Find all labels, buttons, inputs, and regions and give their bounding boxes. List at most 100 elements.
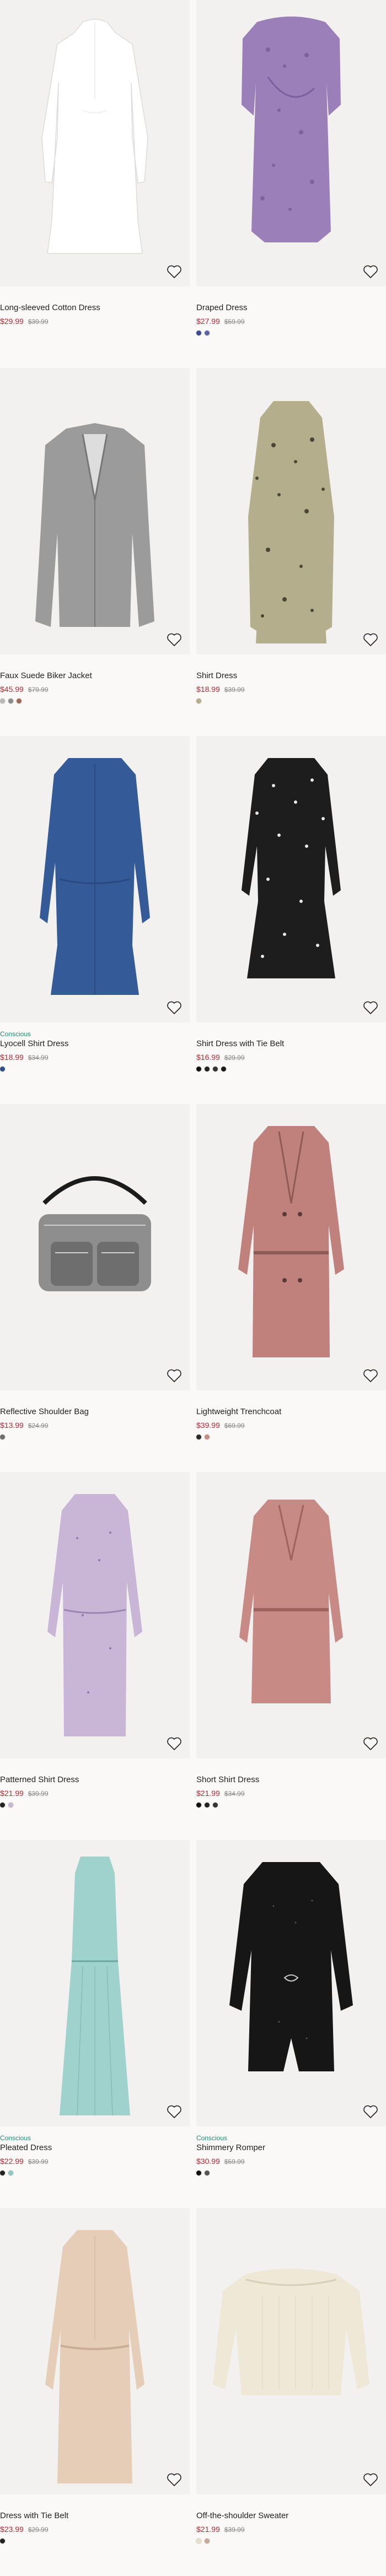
favorite-heart-icon[interactable] xyxy=(363,1736,378,1751)
favorite-heart-icon[interactable] xyxy=(167,1736,182,1751)
product-card[interactable]: Shirt Dress $18.99 $39.99 xyxy=(196,368,386,736)
original-price: $29.99 xyxy=(224,1054,245,1062)
product-name-link[interactable]: Lyocell Shirt Dress xyxy=(0,1038,190,1049)
color-swatch[interactable] xyxy=(196,331,201,335)
product-image[interactable] xyxy=(196,1472,386,1758)
product-name-link[interactable]: Faux Suede Biker Jacket xyxy=(0,670,190,681)
product-name-link[interactable]: Shimmery Romper xyxy=(196,2142,386,2153)
product-image[interactable] xyxy=(0,2208,190,2494)
color-swatch[interactable] xyxy=(196,1435,201,1439)
sale-price: $21.99 xyxy=(0,1789,24,1798)
favorite-heart-icon[interactable] xyxy=(167,632,182,647)
favorite-heart-icon[interactable] xyxy=(363,1000,378,1015)
color-swatches xyxy=(196,699,386,703)
product-image[interactable] xyxy=(196,736,386,1022)
product-card[interactable]: Conscious Pleated Dress $22.99 $39.99 xyxy=(0,1840,190,2208)
product-image[interactable] xyxy=(0,1840,190,2126)
favorite-heart-icon[interactable] xyxy=(167,2472,182,2487)
product-card[interactable]: Patterned Shirt Dress $21.99 $39.99 xyxy=(0,1472,190,1840)
product-image[interactable] xyxy=(196,368,386,654)
favorite-heart-icon[interactable] xyxy=(167,1000,182,1015)
color-swatch[interactable] xyxy=(0,2171,5,2175)
product-card[interactable]: Off-the-shoulder Sweater $21.99 $39.99 xyxy=(196,2208,386,2576)
color-swatch[interactable] xyxy=(8,2171,13,2175)
product-image[interactable] xyxy=(196,1104,386,1390)
product-name-link[interactable]: Shirt Dress with Tie Belt xyxy=(196,1038,386,1049)
color-swatch[interactable] xyxy=(196,699,201,703)
price-row: $30.99 $59.99 xyxy=(196,2156,386,2167)
product-card[interactable]: Dress with Tie Belt $23.99 $29.99 xyxy=(0,2208,190,2576)
color-swatch[interactable] xyxy=(205,1435,210,1439)
product-image[interactable] xyxy=(196,0,386,286)
product-image[interactable] xyxy=(0,1472,190,1758)
product-name-link[interactable]: Patterned Shirt Dress xyxy=(0,1774,190,1785)
color-swatch[interactable] xyxy=(0,1803,5,1807)
color-swatch[interactable] xyxy=(196,2171,201,2175)
color-swatches xyxy=(0,1435,190,1439)
product-image[interactable] xyxy=(0,1104,190,1390)
color-swatch[interactable] xyxy=(221,1067,226,1071)
product-name-link[interactable]: Short Shirt Dress xyxy=(196,1774,386,1785)
favorite-heart-icon[interactable] xyxy=(363,264,378,279)
color-swatch[interactable] xyxy=(205,331,210,335)
color-swatch[interactable] xyxy=(8,1803,13,1807)
color-swatch[interactable] xyxy=(213,1067,218,1071)
color-swatch[interactable] xyxy=(0,699,5,703)
color-swatch[interactable] xyxy=(8,699,13,703)
color-swatch[interactable] xyxy=(205,2539,210,2543)
conscious-label xyxy=(196,1766,386,1774)
original-price: $34.99 xyxy=(224,1790,245,1798)
product-card[interactable]: Draped Dress $27.99 $59.99 xyxy=(196,0,386,368)
favorite-heart-icon[interactable] xyxy=(363,2472,378,2487)
product-name-link[interactable]: Off-the-shoulder Sweater xyxy=(196,2510,386,2521)
color-swatch[interactable] xyxy=(205,2171,210,2175)
color-swatch[interactable] xyxy=(17,699,22,703)
color-swatch[interactable] xyxy=(205,1803,210,1807)
product-card[interactable]: Conscious Lyocell Shirt Dress $18.99 $34.99 xyxy=(0,736,190,1104)
color-swatch[interactable] xyxy=(0,1067,5,1071)
product-name-link[interactable]: Shirt Dress xyxy=(196,670,386,681)
favorite-heart-icon[interactable] xyxy=(363,1368,378,1383)
product-card[interactable]: Conscious Shimmery Romper $30.99 $59.99 xyxy=(196,1840,386,2208)
product-image[interactable] xyxy=(196,2208,386,2494)
product-name-link[interactable]: Pleated Dress xyxy=(0,2142,190,2153)
product-card[interactable]: Shirt Dress with Tie Belt $16.99 $29.99 xyxy=(196,736,386,1104)
color-swatch[interactable] xyxy=(196,1067,201,1071)
product-name-link[interactable]: Reflective Shoulder Bag xyxy=(0,1406,190,1417)
product-name-link[interactable]: Long-sleeved Cotton Dress xyxy=(0,302,190,313)
color-swatch[interactable] xyxy=(0,2539,5,2543)
favorite-heart-icon[interactable] xyxy=(363,2104,378,2119)
favorite-heart-icon[interactable] xyxy=(167,1368,182,1383)
product-image[interactable] xyxy=(0,368,190,654)
product-name-link[interactable]: Lightweight Trenchcoat xyxy=(196,1406,386,1417)
conscious-label xyxy=(0,1766,190,1774)
product-card[interactable]: Lightweight Trenchcoat $39.99 $69.99 xyxy=(196,1104,386,1472)
color-swatch[interactable] xyxy=(0,1435,5,1439)
color-swatch[interactable] xyxy=(196,2539,201,2543)
original-price: $34.99 xyxy=(28,1054,49,1062)
product-image[interactable] xyxy=(196,1840,386,2126)
color-swatches xyxy=(196,1435,386,1439)
product-card[interactable]: Faux Suede Biker Jacket $45.99 $79.99 xyxy=(0,368,190,736)
color-swatch[interactable] xyxy=(205,1067,210,1071)
favorite-heart-icon[interactable] xyxy=(167,264,182,279)
product-card[interactable]: Reflective Shoulder Bag $13.99 $24.99 xyxy=(0,1104,190,1472)
product-card[interactable]: Short Shirt Dress $21.99 $34.99 xyxy=(196,1472,386,1840)
original-price: $39.99 xyxy=(28,318,49,326)
product-info: Long-sleeved Cotton Dress $29.99 $39.99 xyxy=(0,286,190,368)
favorite-heart-icon[interactable] xyxy=(167,2104,182,2119)
color-swatch[interactable] xyxy=(196,1803,201,1807)
conscious-label: Conscious xyxy=(0,2134,31,2142)
product-image[interactable] xyxy=(0,0,190,286)
price-row: $22.99 $39.99 xyxy=(0,2156,190,2167)
price-row: $27.99 $59.99 xyxy=(196,316,386,327)
product-image[interactable] xyxy=(0,736,190,1022)
original-price: $59.99 xyxy=(224,2158,245,2166)
product-name-link[interactable]: Draped Dress xyxy=(196,302,386,313)
product-card[interactable]: Long-sleeved Cotton Dress $29.99 $39.99 xyxy=(0,0,190,368)
conscious-label xyxy=(196,662,386,670)
color-swatch[interactable] xyxy=(213,1803,218,1807)
favorite-heart-icon[interactable] xyxy=(363,632,378,647)
product-name-link[interactable]: Dress with Tie Belt xyxy=(0,2510,190,2521)
sale-price: $18.99 xyxy=(0,1053,24,1062)
